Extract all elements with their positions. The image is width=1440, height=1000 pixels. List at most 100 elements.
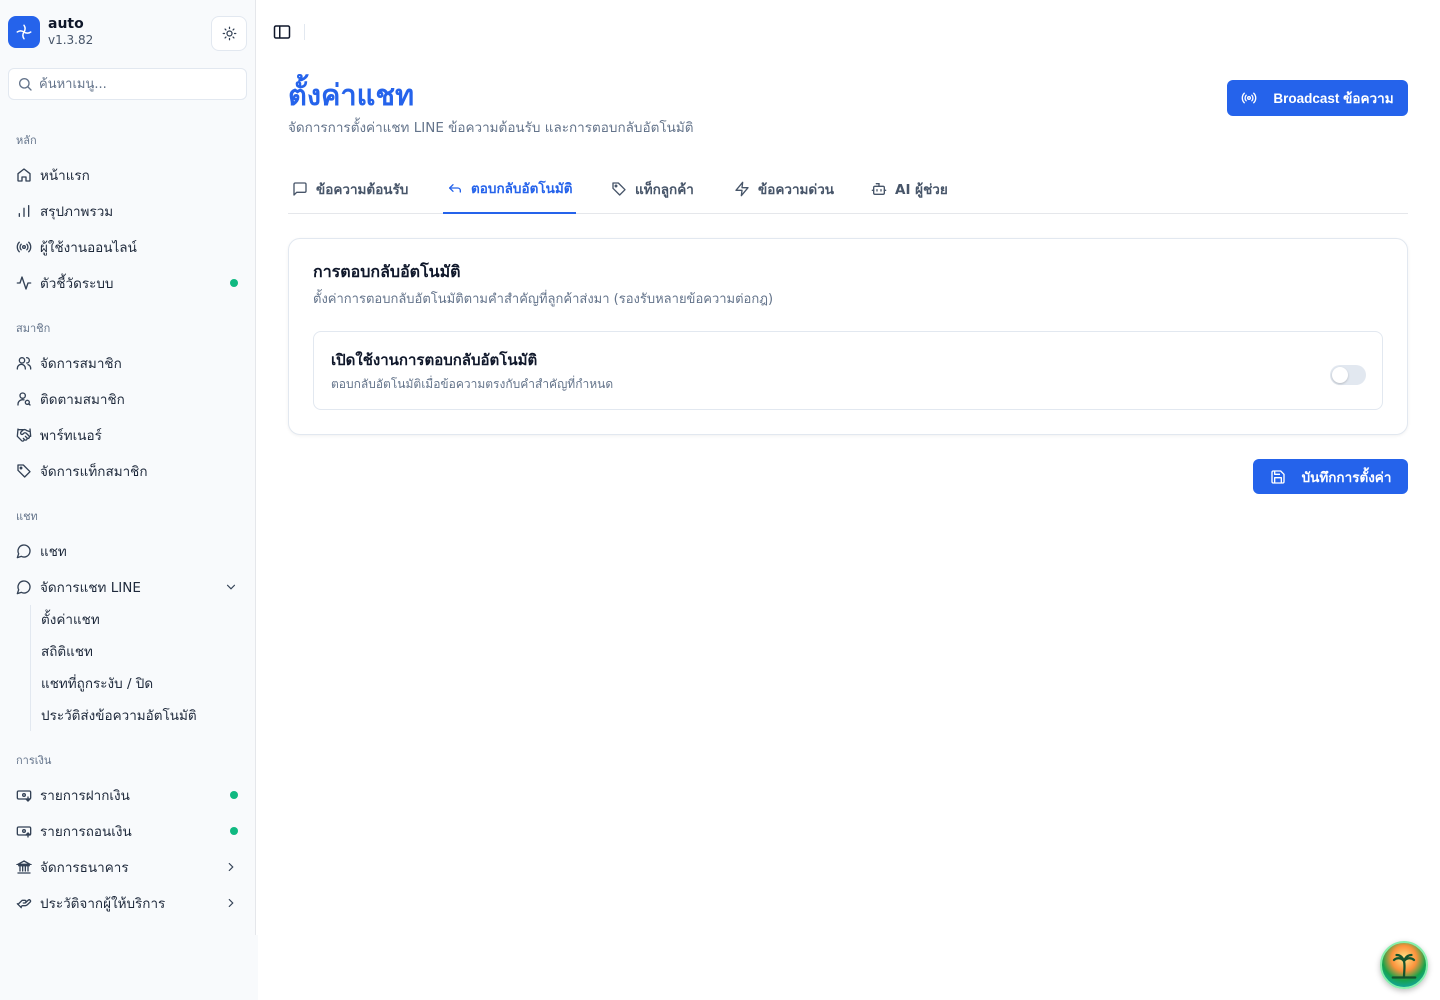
bot-icon xyxy=(871,181,887,197)
radio-icon xyxy=(1241,90,1257,106)
card-title: การตอบกลับอัตโนมัติ xyxy=(313,262,461,281)
tab-label: AI ผู้ช่วย xyxy=(895,182,948,198)
tab-label: แท็กลูกค้า xyxy=(635,182,694,198)
sidebar-item-provider-history[interactable]: ประวัติจากผู้ให้บริการ xyxy=(8,887,248,919)
panel-left-icon xyxy=(273,24,291,40)
search-icon xyxy=(17,76,33,92)
search-input[interactable] xyxy=(39,76,239,92)
card-description: ตั้งค่าการตอบกลับอัตโนมัติตามคำสำคัญที่ล… xyxy=(313,292,774,307)
tab-label: ข้อความต้อนรับ xyxy=(316,182,409,198)
sidebar-item-partners[interactable]: พาร์ทเนอร์ xyxy=(8,419,248,451)
bar-chart-icon xyxy=(16,203,32,219)
sidebar-item-withdrawals[interactable]: รายการถอนเงิน xyxy=(8,815,248,847)
tag-icon xyxy=(16,463,32,479)
setting-description: ตอบกลับอัตโนมัติเมื่อข้อความตรงกับคำสำคั… xyxy=(331,377,614,391)
chat-icon xyxy=(16,543,32,559)
group-label-main: หลัก xyxy=(16,134,37,147)
sidebar-subitem-auto-message-history[interactable]: ประวัติส่งข้อความอัตโนมัติ xyxy=(33,701,197,729)
sidebar-item-label: จัดการสมาชิก xyxy=(40,356,122,372)
palm-tree-icon xyxy=(1382,943,1426,987)
chevron-right-icon xyxy=(224,896,238,910)
menu-search[interactable] xyxy=(8,68,247,100)
sidebar-item-label: ผู้ใช้งานออนไลน์ xyxy=(40,240,137,256)
page-title: ตั้งค่าแชท xyxy=(288,78,415,112)
auto-reply-toggle[interactable] xyxy=(1330,365,1366,385)
sidebar-item-label: รายการฝากเงิน xyxy=(40,788,130,804)
sidebar-item-chat[interactable]: แชท xyxy=(8,535,248,567)
sidebar-subitem-chat-stats[interactable]: สถิติแชท xyxy=(33,637,93,665)
home-icon xyxy=(16,167,32,183)
group-label-members: สมาชิก xyxy=(16,322,51,335)
bank-icon xyxy=(16,859,32,875)
save-icon xyxy=(1270,469,1286,485)
tab-customer-tags[interactable]: แท็กลูกค้า xyxy=(611,164,694,214)
sidebar-item-label: ตัวชี้วัดระบบ xyxy=(40,276,114,292)
broadcast-button[interactable]: Broadcast ข้อความ xyxy=(1227,80,1408,116)
tab-ai-assistant[interactable]: AI ผู้ช่วย xyxy=(871,164,948,214)
handshake-icon xyxy=(16,427,32,443)
message-square-icon xyxy=(292,181,308,197)
tab-auto-reply[interactable]: ตอบกลับอัตโนมัติ xyxy=(443,164,577,214)
status-dot xyxy=(230,791,238,799)
sidebar-item-member-tags[interactable]: จัดการแท็กสมาชิก xyxy=(8,455,248,487)
status-dot xyxy=(230,279,238,287)
sidebar-item-label: ติดตามสมาชิก xyxy=(40,392,125,408)
save-button-label: บันทึกการตั้งค่า xyxy=(1301,469,1392,485)
sidebar-item-online-users[interactable]: ผู้ใช้งานออนไลน์ xyxy=(8,231,248,263)
sidebar-item-label: รายการถอนเงิน xyxy=(40,824,132,840)
setting-title: เปิดใช้งานการตอบกลับอัตโนมัติ xyxy=(331,351,538,369)
users-icon xyxy=(16,355,32,371)
topbar-divider xyxy=(304,24,305,40)
status-dot xyxy=(230,827,238,835)
sidebar-item-track-members[interactable]: ติดตามสมาชิก xyxy=(8,383,248,415)
save-settings-button[interactable]: บันทึกการตั้งค่า xyxy=(1253,459,1408,494)
wallet-in-icon xyxy=(16,787,32,803)
sidebar-footer xyxy=(0,935,258,1000)
chevron-down-icon xyxy=(224,580,238,594)
zap-icon xyxy=(734,181,750,197)
tab-quick-messages[interactable]: ข้อความด่วน xyxy=(734,164,834,214)
sidebar-item-label: หน้าแรก xyxy=(40,168,90,184)
chat-icon xyxy=(16,579,32,595)
tab-welcome-message[interactable]: ข้อความต้อนรับ xyxy=(292,164,408,214)
sidebar-item-label: สรุปภาพรวม xyxy=(40,204,114,220)
auto-reply-setting-row: เปิดใช้งานการตอบกลับอัตโนมัติ ตอบกลับอัต… xyxy=(313,331,1383,410)
sidebar-item-deposits[interactable]: รายการฝากเงิน xyxy=(8,779,248,811)
sidebar-item-banks[interactable]: จัดการธนาคาร xyxy=(8,851,248,883)
sidebar-item-label: จัดการแชท LINE xyxy=(40,580,141,596)
chevron-right-icon xyxy=(224,860,238,874)
tab-label: ข้อความด่วน xyxy=(758,182,835,198)
sidebar-item-label: ประวัติจากผู้ให้บริการ xyxy=(40,896,166,912)
sidebar-item-home[interactable]: หน้าแรก xyxy=(8,159,248,191)
tag-icon xyxy=(611,181,627,197)
submenu-guide-line xyxy=(30,605,31,731)
app-name: auto xyxy=(48,16,84,32)
sidebar-item-system-metrics[interactable]: ตัวชี้วัดระบบ xyxy=(8,267,248,299)
brand[interactable]: auto v1.3.82 xyxy=(8,16,93,48)
sidebar-toggle-button[interactable] xyxy=(270,22,294,42)
sidebar-item-line-chat[interactable]: จัดการแชท LINE xyxy=(8,571,248,603)
activity-icon xyxy=(16,275,32,291)
settings-tabs: ข้อความต้อนรับ ตอบกลับอัตโนมัติ แท็กลูกค… xyxy=(288,164,1408,214)
sidebar-subitem-blocked-chats[interactable]: แชทที่ถูกระงับ / ปิด xyxy=(33,669,153,697)
auto-reply-card: การตอบกลับอัตโนมัติ ตั้งค่าการตอบกลับอัต… xyxy=(288,238,1408,435)
user-search-icon xyxy=(16,391,32,407)
group-label-chat: แชท xyxy=(16,510,38,523)
provider-icon xyxy=(16,895,32,911)
sidebar-item-label: พาร์ทเนอร์ xyxy=(40,428,102,444)
floating-avatar-button[interactable] xyxy=(1380,941,1428,989)
app-logo-icon xyxy=(8,16,40,48)
sidebar-subitem-chat-settings[interactable]: ตั้งค่าแชท xyxy=(33,605,100,633)
sidebar: auto v1.3.82 หลัก หน้าแรก สรุปภาพรวม ผู้… xyxy=(0,0,256,935)
sidebar-item-label: จัดการธนาคาร xyxy=(40,860,129,876)
toggle-knob xyxy=(1332,367,1348,383)
theme-toggle-button[interactable] xyxy=(211,16,247,51)
radio-icon xyxy=(16,239,32,255)
sidebar-item-overview[interactable]: สรุปภาพรวม xyxy=(8,195,248,227)
app-version: v1.3.82 xyxy=(48,33,94,47)
sun-icon xyxy=(222,26,237,41)
sidebar-item-label: แชท xyxy=(40,544,67,560)
sidebar-item-label: จัดการแท็กสมาชิก xyxy=(40,464,148,480)
sidebar-item-manage-members[interactable]: จัดการสมาชิก xyxy=(8,347,248,379)
group-label-finance: การเงิน xyxy=(16,754,52,767)
